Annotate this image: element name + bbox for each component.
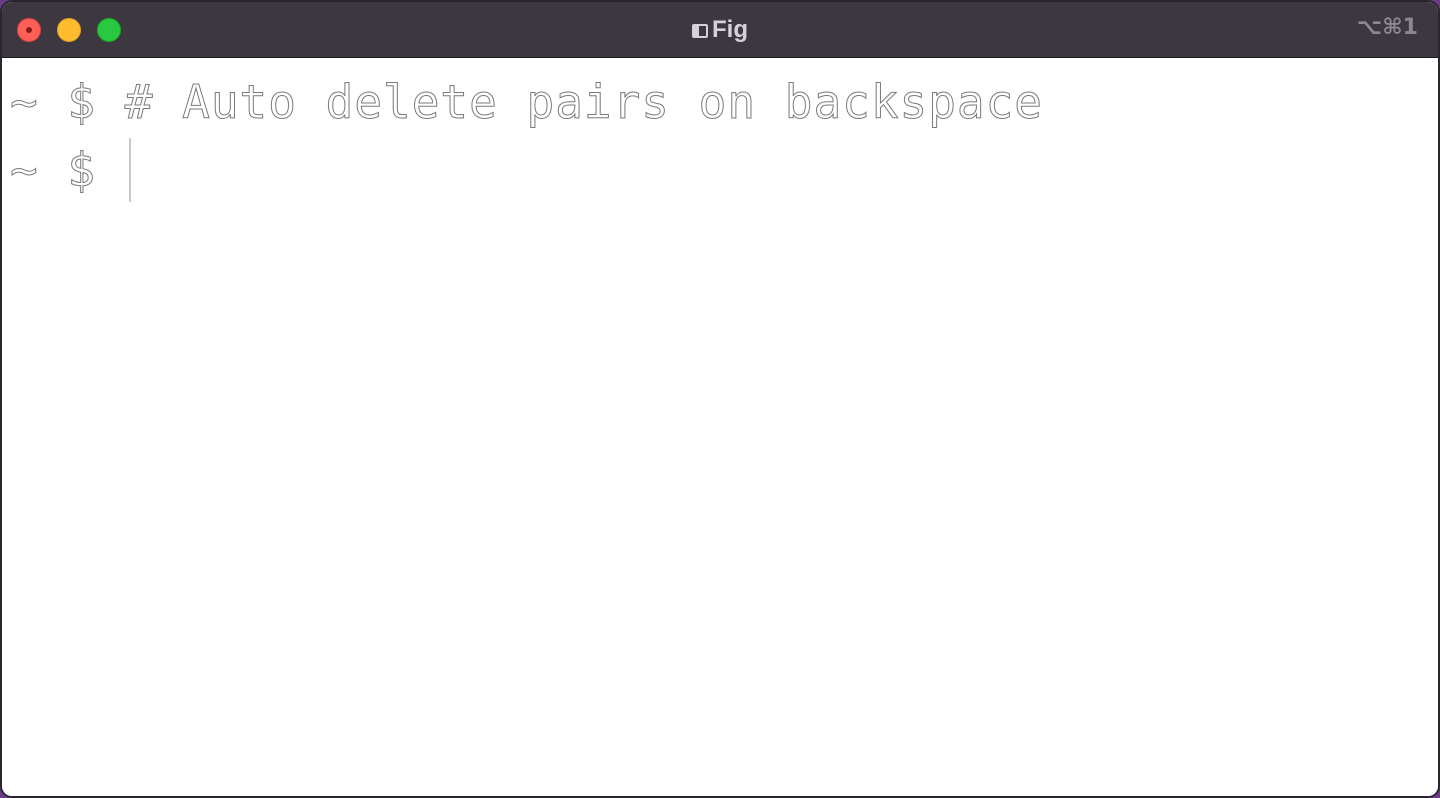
window-title-text: Fig (712, 16, 748, 43)
title-bar[interactable]: Fig ⌥⌘1 (2, 2, 1438, 58)
terminal-window: Fig ⌥⌘1 ~ $ # Auto delete pairs on backs… (0, 0, 1440, 798)
command-text: # Auto delete pairs on backspace (124, 75, 1043, 130)
terminal-line: ~ $ # Auto delete pairs on backspace (10, 68, 1438, 136)
window-shortcut: ⌥⌘1 (1356, 15, 1418, 40)
window-title: Fig (2, 14, 1438, 46)
prompt: ~ $ (10, 75, 125, 130)
prompt: ~ $ (10, 143, 125, 198)
terminal-area[interactable]: ~ $ # Auto delete pairs on backspace ~ $ (2, 58, 1438, 796)
sidebar-toggle-icon[interactable] (692, 24, 708, 38)
text-cursor (128, 138, 131, 202)
terminal-line-active[interactable]: ~ $ (10, 136, 1438, 204)
